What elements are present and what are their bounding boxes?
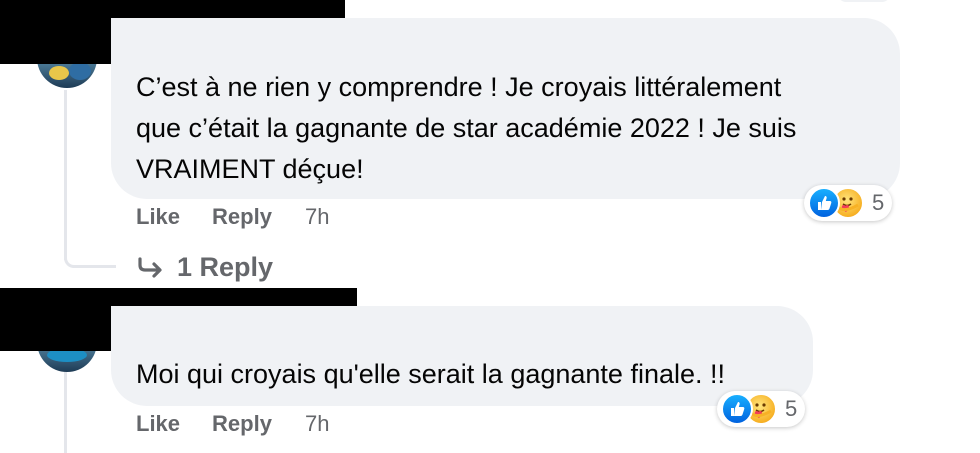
- reply-button[interactable]: Reply: [212, 204, 272, 230]
- timestamp-link[interactable]: 7h: [305, 204, 329, 230]
- like-reaction-icon: [808, 187, 840, 219]
- avatar-detail: [49, 66, 69, 80]
- thread-line-vertical-top: [64, 90, 67, 260]
- thread-line-curve: [64, 258, 116, 268]
- reply-button[interactable]: Reply: [212, 411, 272, 437]
- like-button[interactable]: Like: [136, 411, 180, 437]
- reactions-summary[interactable]: 5: [717, 391, 806, 427]
- like-reaction-icon: [721, 393, 753, 425]
- like-button[interactable]: Like: [136, 204, 180, 230]
- comment-actions: Like Reply 7h: [136, 411, 329, 437]
- comment-text: Moi qui croyais qu'elle serait la gagnan…: [136, 359, 725, 389]
- reactions-summary[interactable]: 5: [804, 185, 893, 221]
- reaction-count: 5: [785, 396, 798, 421]
- previous-reaction-fragment: [838, 0, 890, 2]
- view-replies-link[interactable]: 1 Reply: [137, 252, 273, 283]
- comment-text: C’est à ne rien y comprendre ! Je croyai…: [136, 72, 797, 184]
- thread-line-vertical-bottom: [64, 372, 67, 453]
- reaction-count: 5: [872, 190, 885, 215]
- reply-arrow-icon: [138, 256, 162, 278]
- avatar-detail: [69, 62, 91, 80]
- timestamp-link[interactable]: 7h: [305, 411, 329, 437]
- view-replies-label: 1 Reply: [177, 252, 274, 282]
- comment-actions: Like Reply 7h: [136, 204, 329, 230]
